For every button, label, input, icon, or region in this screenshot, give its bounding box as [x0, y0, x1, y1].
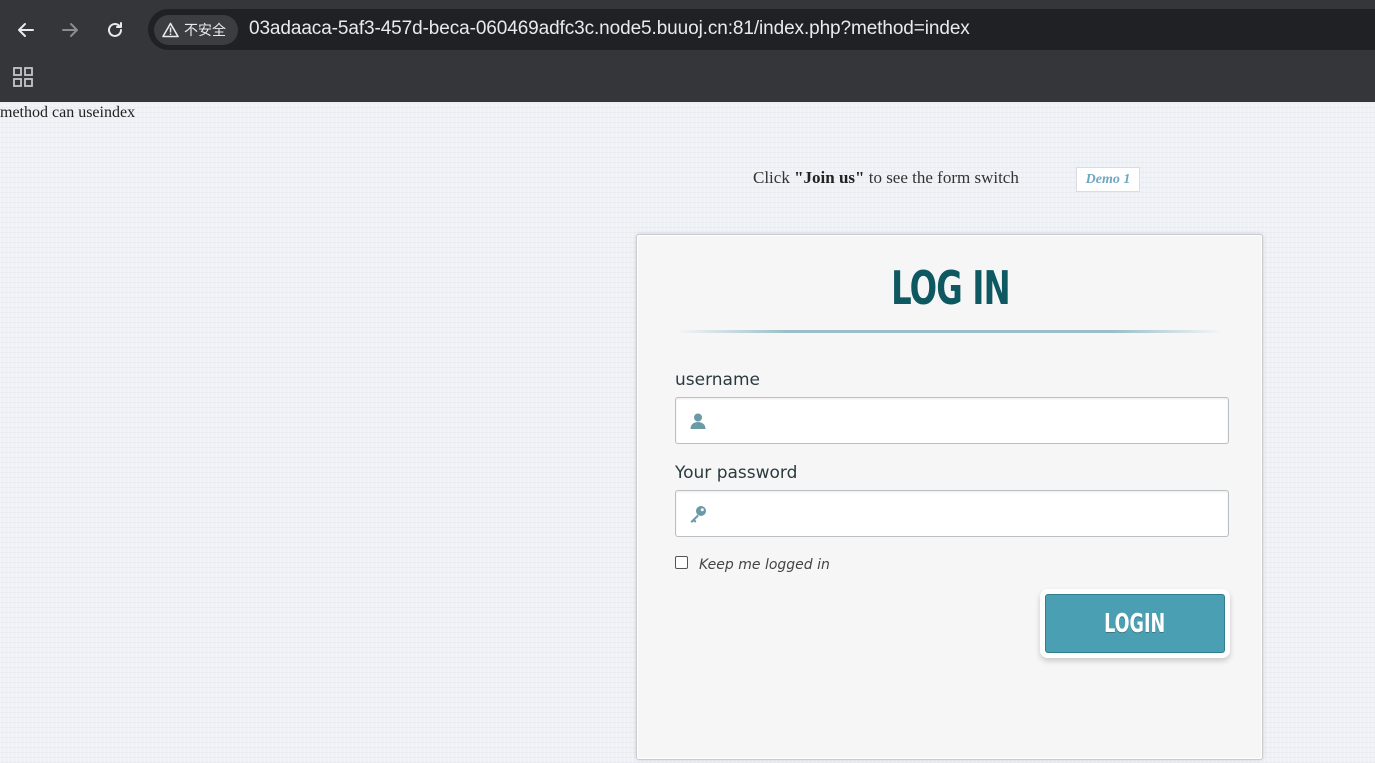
reload-icon	[108, 22, 122, 37]
security-label: 不安全	[184, 23, 226, 39]
login-button[interactable]: Login	[1045, 594, 1225, 653]
login-card: Log in username Your password Keep me lo…	[636, 234, 1263, 760]
url-text[interactable]: 03adaaca-5af3-457d-beca-060469adfc3c.nod…	[249, 18, 970, 40]
username-input[interactable]	[716, 398, 1220, 445]
username-label: username	[675, 370, 760, 390]
keep-logged-in-row: Keep me logged in	[675, 552, 830, 573]
forward-button[interactable]	[54, 14, 86, 46]
back-arrow-icon	[18, 23, 34, 37]
password-field-wrapper	[675, 490, 1229, 538]
reload-button[interactable]	[99, 14, 131, 46]
title-divider	[677, 330, 1222, 333]
keep-logged-in-checkbox[interactable]	[675, 556, 688, 569]
keep-logged-in-label[interactable]: Keep me logged in	[699, 557, 830, 573]
login-button-label: Login	[1104, 608, 1166, 639]
warning-icon	[162, 22, 179, 38]
apps-grid-icon[interactable]	[12, 66, 34, 88]
bookmarks-bar	[0, 58, 1375, 102]
login-title: Log in	[891, 261, 1011, 315]
user-icon	[690, 413, 706, 429]
password-input[interactable]	[716, 491, 1220, 538]
page-content: method can useindex Click "Join us" to s…	[0, 102, 1375, 763]
hint-prefix: Click	[753, 168, 795, 187]
method-note: method can useindex	[0, 104, 136, 121]
demo-tab[interactable]: Demo 1	[1076, 167, 1140, 192]
password-label: Your password	[675, 463, 798, 483]
hint-suffix: to see the form switch	[864, 168, 1019, 187]
browser-chrome: 不安全 03adaaca-5af3-457d-beca-060469adfc3c…	[0, 0, 1375, 102]
key-icon	[690, 506, 706, 523]
hint-join-us: "Join us"	[794, 168, 865, 187]
form-switch-hint: Click "Join us" to see the form switch	[753, 168, 1019, 188]
forward-arrow-icon	[62, 23, 78, 37]
back-button[interactable]	[10, 14, 42, 46]
username-field-wrapper	[675, 397, 1229, 445]
site-security-chip[interactable]: 不安全	[154, 15, 238, 45]
